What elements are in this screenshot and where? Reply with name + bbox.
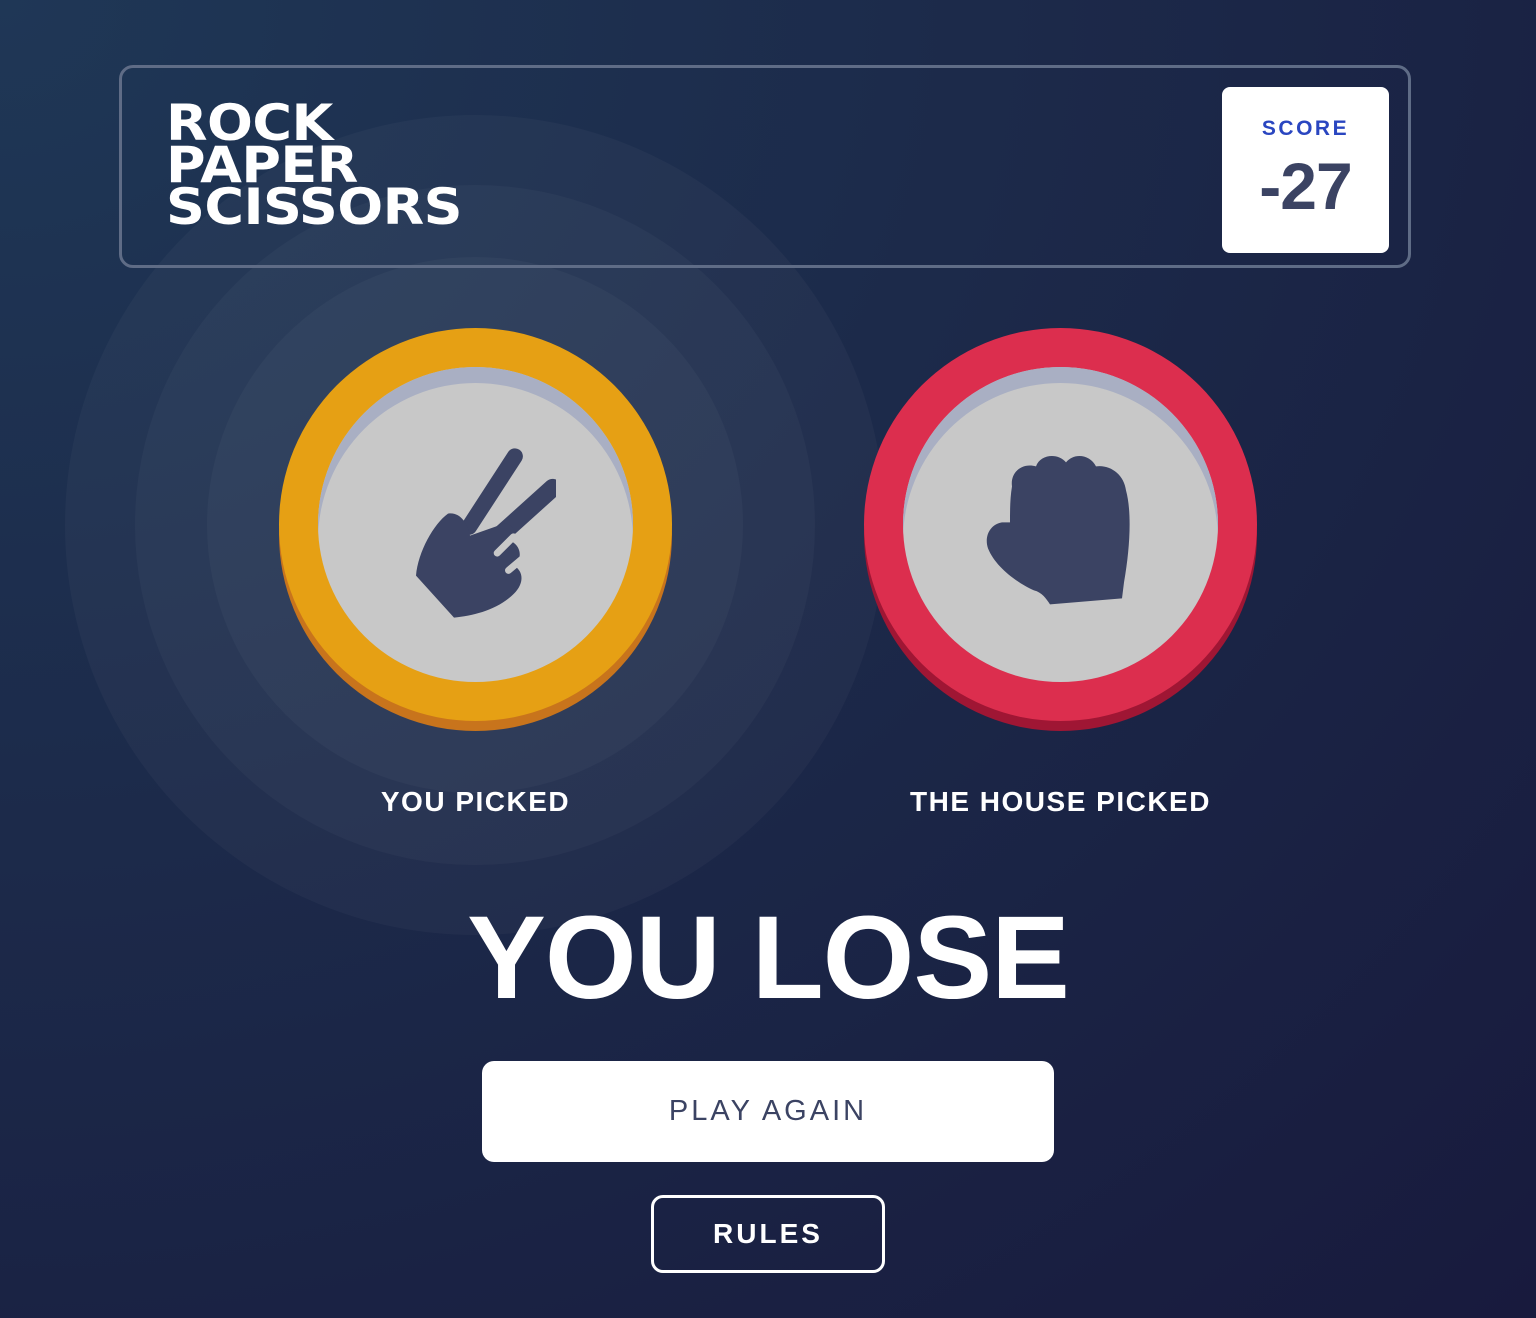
house-picked-label: THE HOUSE PICKED: [910, 786, 1211, 817]
play-again-button[interactable]: PLAY AGAIN: [482, 1061, 1054, 1162]
game-logo: ROCK PAPER SCISSORS: [166, 98, 463, 236]
rock-icon: [976, 452, 1146, 617]
token-inner: [318, 367, 633, 682]
scissors-icon: [396, 443, 562, 628]
you-picked-label: YOU PICKED: [380, 786, 571, 817]
player-pick-scissors-token: [279, 328, 672, 721]
logo-line-scissors: SCISSORS: [166, 178, 463, 236]
score-value: -27: [1259, 149, 1352, 223]
token-inner: [903, 367, 1218, 682]
result-text: YOU LOSE: [467, 892, 1070, 1024]
score-box: SCORE -27: [1222, 87, 1389, 253]
score-label: SCORE: [1261, 117, 1350, 140]
game-header: ROCK PAPER SCISSORS SCORE -27: [119, 65, 1411, 268]
house-pick-rock-token: [864, 328, 1257, 721]
rules-button[interactable]: RULES: [651, 1195, 885, 1273]
